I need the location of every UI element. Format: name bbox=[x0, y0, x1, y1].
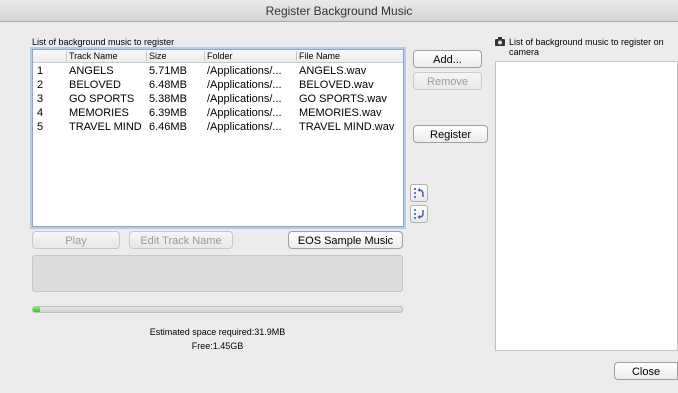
track-file-name: GO SPORTS.wav bbox=[299, 93, 387, 105]
column-header-track-name[interactable]: Track Name bbox=[69, 51, 118, 61]
play-button[interactable]: Play bbox=[32, 231, 120, 249]
row-number: 4 bbox=[37, 107, 44, 119]
row-number: 1 bbox=[37, 65, 44, 77]
track-folder: /Applications/... bbox=[207, 65, 282, 77]
table-row[interactable]: 4 MEMORIES 6.39MB /Applications/... MEMO… bbox=[33, 107, 403, 119]
estimated-space: Estimated space required:31.9MB bbox=[149, 327, 286, 337]
column-divider bbox=[66, 51, 67, 61]
remove-button[interactable]: Remove bbox=[413, 72, 482, 90]
column-divider bbox=[146, 51, 147, 61]
eos-sample-music-button[interactable]: EOS Sample Music bbox=[288, 231, 403, 249]
edit-track-name-button[interactable]: Edit Track Name bbox=[129, 231, 233, 249]
track-file-name: MEMORIES.wav bbox=[299, 107, 382, 119]
track-folder: /Applications/... bbox=[207, 107, 282, 119]
track-size: 6.46MB bbox=[149, 121, 187, 133]
camera-list-label-line2: camera bbox=[509, 47, 540, 57]
list-label: List of background music to register bbox=[32, 37, 175, 47]
row-number: 2 bbox=[37, 79, 44, 91]
column-header-file-name[interactable]: File Name bbox=[299, 51, 340, 61]
track-name: MEMORIES bbox=[69, 107, 129, 119]
track-file-name: BELOVED.wav bbox=[299, 79, 374, 91]
free-space: Free:1.45GB bbox=[191, 341, 244, 351]
track-name: ANGELS bbox=[69, 65, 114, 77]
table-row[interactable]: 5 TRAVEL MIND 6.46MB /Applications/... T… bbox=[33, 121, 403, 133]
track-size: 5.71MB bbox=[149, 65, 187, 77]
table-row[interactable]: 3 GO SPORTS 5.38MB /Applications/... GO … bbox=[33, 93, 403, 105]
track-file-name: ANGELS.wav bbox=[299, 65, 367, 77]
track-size: 6.39MB bbox=[149, 107, 187, 119]
column-divider bbox=[204, 51, 205, 61]
track-name: TRAVEL MIND bbox=[69, 121, 142, 133]
title-bar: Register Background Music bbox=[0, 0, 678, 22]
register-button[interactable]: Register bbox=[413, 125, 488, 143]
track-name: GO SPORTS bbox=[69, 93, 135, 105]
camera-list-label: List of background music to register on bbox=[509, 37, 664, 47]
row-number: 3 bbox=[37, 93, 44, 105]
space-progress-bar bbox=[32, 306, 403, 313]
column-header-folder[interactable]: Folder bbox=[207, 51, 233, 61]
track-folder: /Applications/... bbox=[207, 93, 282, 105]
table-header: Track Name Size Folder File Name bbox=[33, 50, 403, 63]
table-row[interactable]: 1 ANGELS 5.71MB /Applications/... ANGELS… bbox=[33, 65, 403, 77]
playback-area bbox=[32, 255, 403, 292]
column-divider bbox=[296, 51, 297, 61]
column-header-size[interactable]: Size bbox=[149, 51, 167, 61]
track-size: 5.38MB bbox=[149, 93, 187, 105]
move-down-icon bbox=[414, 209, 424, 219]
track-size: 6.48MB bbox=[149, 79, 187, 91]
camera-icon bbox=[495, 37, 505, 46]
move-up-icon bbox=[414, 188, 424, 198]
table-row[interactable]: 2 BELOVED 6.48MB /Applications/... BELOV… bbox=[33, 79, 403, 91]
window-title: Register Background Music bbox=[265, 4, 413, 18]
progress-fill bbox=[33, 307, 41, 312]
track-file-name: TRAVEL MIND.wav bbox=[299, 121, 395, 133]
move-up-button[interactable] bbox=[410, 184, 428, 202]
move-down-button[interactable] bbox=[410, 205, 428, 223]
close-button[interactable]: Close bbox=[614, 362, 678, 380]
track-folder: /Applications/... bbox=[207, 121, 282, 133]
add-button[interactable]: Add... bbox=[413, 50, 482, 68]
track-table[interactable]: Track Name Size Folder File Name 1 ANGEL… bbox=[32, 49, 404, 227]
row-number: 5 bbox=[37, 121, 44, 133]
camera-music-list[interactable] bbox=[495, 61, 678, 351]
track-name: BELOVED bbox=[69, 79, 121, 91]
track-folder: /Applications/... bbox=[207, 79, 282, 91]
